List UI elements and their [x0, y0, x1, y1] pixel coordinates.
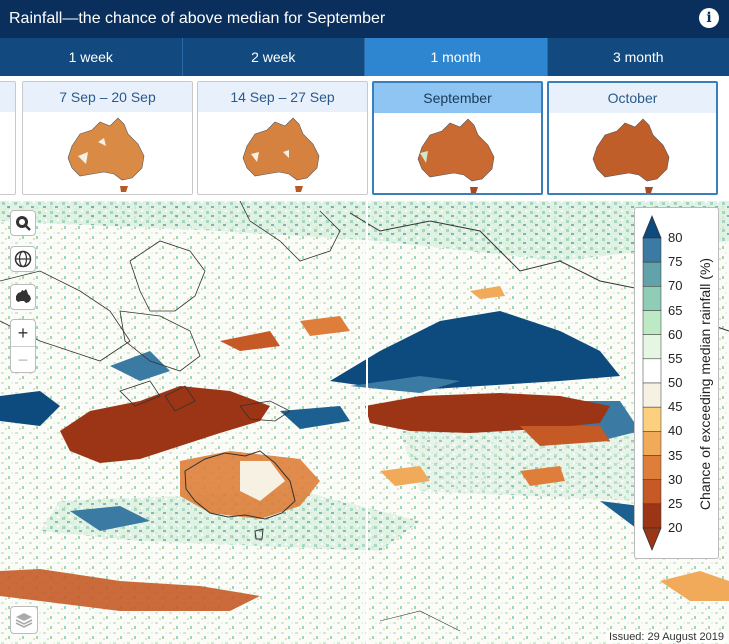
legend-tick-label: 65 [668, 302, 683, 318]
legend-tick-label: 30 [668, 471, 683, 487]
zoom-out-button[interactable]: − [11, 346, 35, 372]
thumbnail-14-sep-27-sep[interactable]: 14 Sep – 27 Sep [197, 81, 368, 195]
rainfall-map-canvas [0, 201, 729, 644]
legend-swatch [642, 455, 662, 480]
legend-swatch [642, 334, 662, 360]
zoom-control: + − [10, 319, 36, 373]
legend-swatch [642, 431, 662, 456]
legend-tick-label: 50 [668, 375, 683, 390]
issued-date: Issued: 29 August 2019 [606, 631, 727, 643]
thumbnail-september[interactable]: September [372, 81, 543, 195]
legend-tick-label: 45 [668, 399, 683, 415]
legend-swatch [642, 358, 662, 384]
zoom-in-button[interactable]: + [11, 320, 35, 346]
australia-thumbnail-map [417, 118, 494, 193]
forecast-thumbnail-strip: 7 Sep – 20 Sep 14 Sep – 27 Sep September… [0, 76, 729, 201]
title-bar: Rainfall—the chance of above median for … [0, 0, 729, 38]
page-title: Rainfall—the chance of above median for … [9, 10, 386, 27]
map-legend: 80 75 70 65 60 55 50 45 40 35 30 25 20 Chance of exc… [634, 207, 719, 559]
thumbnail-label: 14 Sep – 27 Sep [198, 82, 367, 112]
legend-tick-label: 55 [668, 350, 683, 366]
period-tabs: 1 week 2 week 1 month 3 month [0, 38, 729, 76]
australia-thumbnail-map [242, 117, 319, 192]
legend-tick-label: 70 [668, 278, 683, 294]
australia-thumbnail-map [592, 118, 669, 193]
legend-swatch [642, 479, 662, 505]
thumbnail-7-sep-20-sep[interactable]: 7 Sep – 20 Sep [22, 81, 193, 195]
legend-swatch [642, 310, 662, 335]
australia-thumbnail-map [67, 117, 144, 192]
rainfall-map[interactable]: + − Issued: 29 August 2019 [0, 201, 729, 644]
legend-swatch [642, 261, 662, 287]
legend-colorbar [642, 214, 662, 552]
australia-map-icon[interactable] [10, 284, 36, 310]
legend-tick-label: 35 [668, 447, 683, 463]
legend-swatch [642, 286, 662, 311]
thumbnail-label: 7 Sep – 20 Sep [23, 82, 192, 112]
tab-2-week[interactable]: 2 week [183, 38, 365, 76]
legend-swatch [642, 382, 662, 408]
info-icon[interactable]: i [699, 8, 719, 28]
globe-icon[interactable] [10, 246, 36, 272]
legend-tick-label: 25 [668, 495, 683, 511]
legend-swatch [642, 503, 662, 529]
legend-swatch [642, 406, 662, 432]
search-icon[interactable] [10, 210, 36, 236]
legend-swatch [642, 237, 662, 263]
thumbnail-label: September [374, 83, 541, 113]
tab-1-week[interactable]: 1 week [0, 38, 183, 76]
legend-tick-label: 40 [668, 423, 683, 439]
legend-tick-label: 60 [668, 326, 683, 342]
legend-tick-label: 80 [668, 230, 683, 245]
legend-tick-label: 75 [668, 254, 683, 270]
legend-arrow-bottom [642, 527, 662, 552]
tab-3-month[interactable]: 3 month [548, 38, 729, 76]
thumbnail-october[interactable]: October [547, 81, 718, 195]
layers-icon[interactable] [10, 606, 38, 634]
thumbnail-previous-partial[interactable] [0, 81, 16, 195]
legend-title: Chance of exceeding median rainfall (%) [697, 257, 713, 511]
legend-arrow-top [642, 214, 662, 239]
legend-tick-label: 20 [668, 520, 683, 535]
tab-1-month[interactable]: 1 month [365, 38, 548, 76]
thumbnail-label: October [549, 83, 716, 113]
